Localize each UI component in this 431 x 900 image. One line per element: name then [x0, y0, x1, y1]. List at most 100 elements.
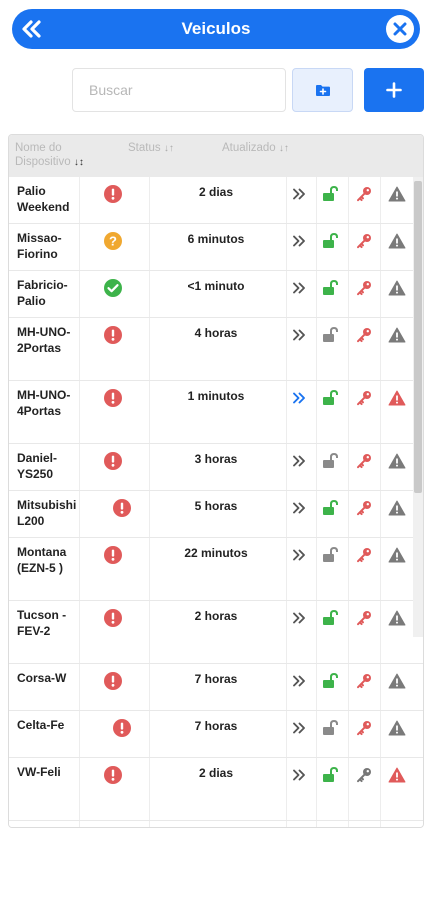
lock-toggle-button[interactable]	[321, 279, 341, 297]
key-button[interactable]	[354, 232, 374, 250]
key-button[interactable]	[354, 719, 374, 737]
details-button[interactable]	[289, 719, 309, 737]
svg-text:?: ?	[109, 234, 117, 249]
details-button[interactable]	[289, 232, 309, 250]
table-row[interactable]: MH-UNO-4Portas 1 minutos	[9, 381, 423, 444]
add-vehicle-button[interactable]	[364, 68, 424, 112]
alert-button[interactable]	[387, 232, 407, 250]
alert-button[interactable]	[387, 609, 407, 627]
last-updated: 3 horas	[194, 452, 238, 466]
table-row[interactable]: Mitsubishi L200 5 horas	[9, 491, 423, 538]
double-chevron-right-icon	[292, 502, 306, 514]
alert-button[interactable]	[387, 279, 407, 297]
error-circle-icon	[103, 184, 123, 204]
table-body: Palio Weekend 2 dias Missao-Fiorino? 6 minu…	[9, 177, 423, 827]
warning-triangle-icon	[388, 547, 406, 563]
table-row[interactable]: Montana (EZN-5 ) 22 minutos	[9, 538, 423, 601]
vehicle-name: MH-UNO-4Portas	[17, 388, 71, 418]
key-icon	[356, 233, 372, 249]
details-button[interactable]	[289, 672, 309, 690]
lock-toggle-button[interactable]	[321, 232, 341, 250]
locked-padlock-icon	[322, 547, 340, 563]
table-row[interactable]: MH-UNO-2Portas 4 horas	[9, 318, 423, 381]
lock-toggle-button[interactable]	[321, 546, 341, 564]
alert-button[interactable]	[387, 672, 407, 690]
details-button[interactable]	[289, 452, 309, 470]
last-updated: 7 horas	[194, 719, 238, 733]
lock-toggle-button[interactable]	[321, 719, 341, 737]
vehicle-name: Daniel-YS250	[17, 451, 58, 481]
double-chevron-right-icon	[292, 769, 306, 781]
column-header-status[interactable]: Status ↓↑	[128, 141, 174, 156]
table-scrollbar-thumb[interactable]	[414, 181, 422, 493]
alert-button[interactable]	[387, 546, 407, 564]
alert-button[interactable]	[387, 766, 407, 784]
column-header-updated[interactable]: Atualizado ↓↑	[222, 141, 289, 156]
alert-button[interactable]	[387, 719, 407, 737]
column-updated-label: Atualizado	[222, 142, 276, 154]
close-icon	[393, 22, 407, 36]
lock-toggle-button[interactable]	[321, 672, 341, 690]
key-button[interactable]	[354, 766, 374, 784]
details-button[interactable]	[289, 389, 309, 407]
table-row[interactable]: Celta-Fe 7 horas	[9, 711, 423, 758]
key-button[interactable]	[354, 546, 374, 564]
double-chevron-right-icon	[292, 329, 306, 341]
last-updated: 2 horas	[194, 609, 238, 623]
lock-toggle-button[interactable]	[321, 609, 341, 627]
error-circle-icon	[103, 671, 123, 691]
error-circle-icon	[103, 545, 123, 565]
alert-button[interactable]	[387, 389, 407, 407]
check-circle-icon	[103, 278, 123, 298]
details-button[interactable]	[289, 609, 309, 627]
key-button[interactable]	[354, 279, 374, 297]
details-button[interactable]	[289, 326, 309, 344]
key-button[interactable]	[354, 609, 374, 627]
alert-button[interactable]	[387, 499, 407, 517]
back-button[interactable]	[18, 15, 46, 43]
table-row[interactable]: VW-Feli 2 dias	[9, 758, 423, 821]
details-button[interactable]	[289, 279, 309, 297]
table-row[interactable]: Tucson - FEV-2 2 horas	[9, 601, 423, 664]
table-row[interactable]: Nissan?45 minutos	[9, 821, 423, 827]
folder-filter-button[interactable]	[292, 68, 353, 112]
lock-toggle-button[interactable]	[321, 326, 341, 344]
alert-button[interactable]	[387, 185, 407, 203]
warning-triangle-icon	[388, 233, 406, 249]
lock-toggle-button[interactable]	[321, 499, 341, 517]
key-icon	[356, 500, 372, 516]
details-button[interactable]	[289, 766, 309, 784]
column-name-label: Nome do Dispositivo	[15, 142, 71, 168]
table-row[interactable]: Missao-Fiorino? 6 minutos	[9, 224, 423, 271]
key-button[interactable]	[354, 389, 374, 407]
table-row[interactable]: Daniel-YS250 3 horas	[9, 444, 423, 491]
details-button[interactable]	[289, 499, 309, 517]
close-button[interactable]	[386, 15, 414, 43]
alert-button[interactable]	[387, 326, 407, 344]
folder-add-icon	[315, 84, 330, 96]
key-button[interactable]	[354, 185, 374, 203]
alert-button[interactable]	[387, 452, 407, 470]
key-button[interactable]	[354, 452, 374, 470]
details-button[interactable]	[289, 185, 309, 203]
lock-toggle-button[interactable]	[321, 766, 341, 784]
column-header-name[interactable]: Nome do Dispositivo ↓↕	[15, 141, 105, 170]
search-input[interactable]	[72, 68, 286, 112]
key-button[interactable]	[354, 499, 374, 517]
lock-toggle-button[interactable]	[321, 452, 341, 470]
unlocked-padlock-icon	[322, 610, 340, 626]
double-chevron-right-icon	[292, 455, 306, 467]
key-icon	[356, 547, 372, 563]
table-row[interactable]: Fabricio-Palio <1 minuto	[9, 271, 423, 318]
double-chevron-left-icon	[22, 20, 41, 38]
table-row[interactable]: Palio Weekend 2 dias	[9, 177, 423, 224]
key-button[interactable]	[354, 672, 374, 690]
key-button[interactable]	[354, 326, 374, 344]
lock-toggle-button[interactable]	[321, 389, 341, 407]
table-row[interactable]: Corsa-W 7 horas	[9, 664, 423, 711]
vehicle-name: Tucson - FEV-2	[17, 608, 67, 638]
double-chevron-right-icon	[292, 392, 306, 404]
lock-toggle-button[interactable]	[321, 185, 341, 203]
last-updated: <1 minuto	[187, 279, 245, 293]
details-button[interactable]	[289, 546, 309, 564]
